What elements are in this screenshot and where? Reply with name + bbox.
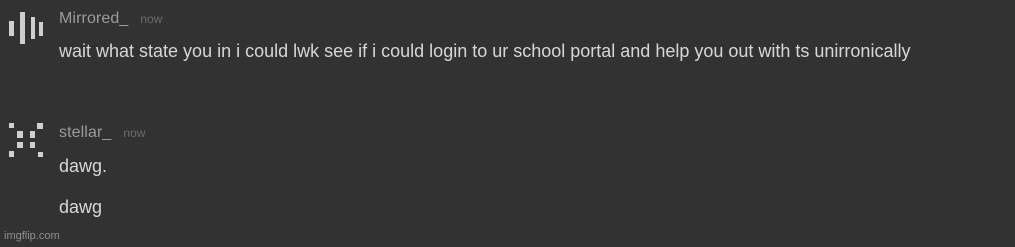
timestamp: now [123, 126, 146, 140]
message-text: wait what state you in i could lwk see i… [59, 41, 911, 61]
timestamp: now [140, 12, 163, 26]
chat-log: Mirrored_ now wait what state you in i co… [0, 0, 1015, 247]
message-header: Mirrored_ now [59, 10, 162, 34]
dots-pixel-avatar-icon[interactable] [8, 121, 48, 161]
username[interactable]: stellar_ [59, 124, 111, 141]
username[interactable]: Mirrored_ [59, 10, 128, 27]
message-header: stellar_ now [59, 124, 145, 148]
watermark: imgflip.com [4, 230, 60, 242]
bars-pixel-avatar-icon[interactable] [8, 8, 48, 48]
message-text: dawg [59, 197, 103, 217]
message-text: dawg. [59, 156, 108, 176]
